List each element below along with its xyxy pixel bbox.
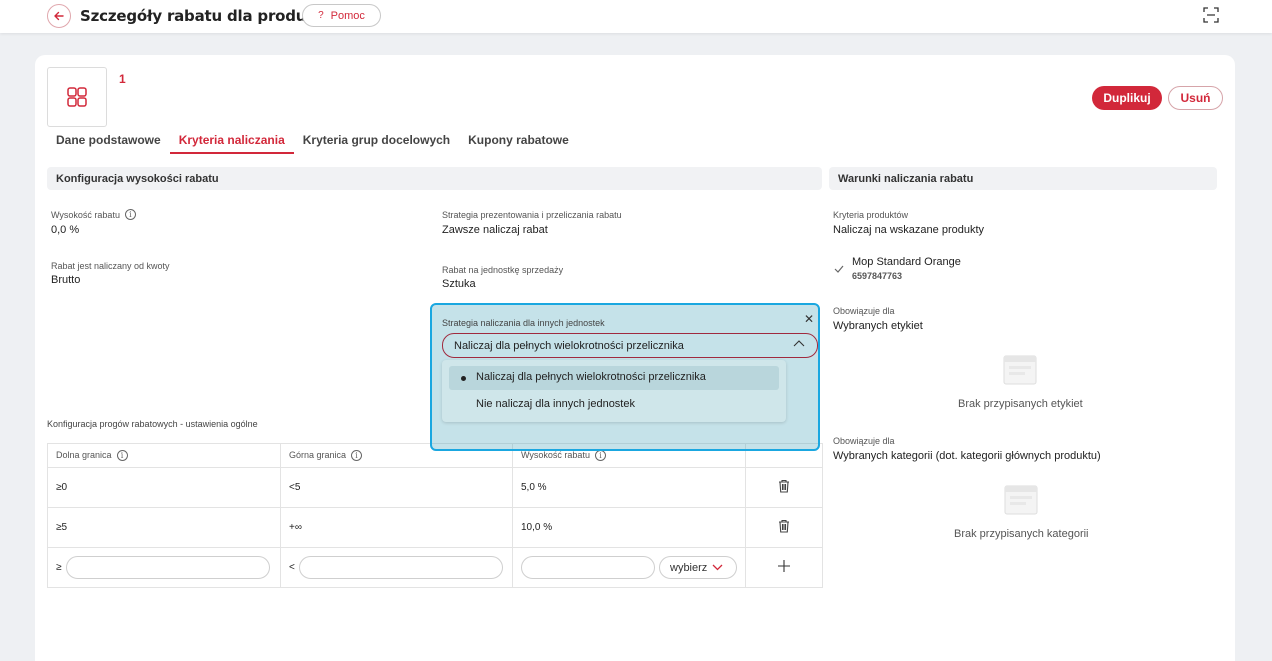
selected-dot-icon [461, 376, 466, 381]
table-row: ≥5 +∞ 10,0 % [47, 507, 823, 548]
base-value: Brutto [51, 274, 81, 286]
config-section-header: Konfiguracja wysokości rabatu [47, 167, 822, 190]
info-icon[interactable]: i [351, 450, 363, 461]
discount-input[interactable] [521, 556, 655, 579]
help-button[interactable]: ? Pomoc [302, 4, 381, 27]
tab-basic-data[interactable]: Dane podstawowe [47, 129, 170, 154]
cell-discount: 10,0 % [512, 507, 746, 548]
discount-label-row: Wysokość rabatu i [51, 209, 136, 220]
discount-thumbnail [47, 67, 107, 127]
trash-icon[interactable] [778, 479, 790, 493]
applies-label-labels: Obowiązuje dla [833, 306, 895, 316]
strategy-select-value: Naliczaj dla pełnych wielokrotności prze… [454, 340, 684, 352]
table-row: ≥0 <5 5,0 % [47, 467, 823, 508]
grid-icon [67, 87, 87, 107]
trash-icon[interactable] [778, 519, 790, 533]
cell-upper: <5 [280, 467, 513, 508]
tab-bar: Dane podstawowe Kryteria naliczania Kryt… [47, 129, 578, 154]
question-icon: ? [318, 10, 324, 21]
check-icon [834, 265, 844, 273]
strategy-value: Zawsze naliczaj rabat [442, 224, 548, 236]
empty-categories: Brak przypisanych kategorii [954, 482, 1089, 540]
option-label: Nie naliczaj dla innych jednostek [476, 398, 635, 410]
cell-lower: ≥0 [47, 467, 281, 508]
lower-bound-input[interactable] [65, 556, 270, 579]
empty-window-icon [1003, 355, 1037, 385]
upper-bound-input[interactable] [298, 556, 503, 579]
conditions-section-header: Warunki naliczania rabatu [829, 167, 1217, 190]
cell-add [745, 547, 823, 588]
cell-lower: ≥5 [47, 507, 281, 548]
delete-button[interactable]: Usuń [1168, 86, 1223, 110]
cell-lower-input: ≥ [47, 547, 281, 588]
cell-actions [745, 507, 823, 548]
discount-value: 0,0 % [51, 224, 80, 236]
tab-coupons[interactable]: Kupony rabatowe [459, 129, 578, 154]
strategy-dropdown-menu: Naliczaj dla pełnych wielokrotności prze… [442, 360, 786, 422]
product-criteria-label: Kryteria produktów [833, 210, 909, 220]
product-criteria-value: Naliczaj na wskazane produkty [833, 224, 985, 236]
product-name: Mop Standard Orange [852, 256, 961, 268]
popup-label: Strategia naliczania dla innych jednoste… [442, 318, 605, 328]
empty-categories-text: Brak przypisanych kategorii [954, 528, 1089, 540]
strategy-option-none[interactable]: Nie naliczaj dla innych jednostek [449, 393, 779, 417]
discount-type-label: wybierz [670, 561, 708, 574]
close-icon[interactable]: ✕ [804, 312, 814, 326]
chevron-down-icon [712, 564, 723, 571]
applies-value-labels: Wybranych etykiet [833, 320, 923, 332]
info-icon[interactable]: i [116, 450, 128, 461]
plus-icon[interactable] [778, 560, 790, 572]
option-label: Naliczaj dla pełnych wielokrotności prze… [476, 371, 706, 383]
col-upper-label: Górna granica [289, 450, 347, 460]
empty-window-icon [1004, 485, 1038, 515]
product-code: 6597847763 [852, 271, 903, 281]
empty-labels-text: Brak przypisanych etykiet [958, 398, 1083, 410]
strategy-option-full[interactable]: Naliczaj dla pełnych wielokrotności prze… [449, 366, 779, 390]
arrow-left-icon [54, 11, 64, 21]
thresholds-table: Dolna granica i Górna granica i Wysokość… [47, 443, 823, 588]
cell-discount: 5,0 % [512, 467, 746, 508]
unit-label: Rabat na jednostkę sprzedaży [442, 265, 564, 275]
tab-target-group-criteria[interactable]: Kryteria grup docelowych [294, 129, 459, 154]
lower-prefix: ≥ [56, 562, 62, 573]
new-threshold-row: ≥ < wybierz [47, 547, 823, 588]
col-lower-header: Dolna granica i [47, 443, 281, 468]
back-button[interactable] [47, 4, 71, 28]
cell-discount-input: wybierz [512, 547, 746, 588]
info-icon[interactable]: i [124, 209, 136, 220]
cell-upper-input: < [280, 547, 513, 588]
cell-actions [745, 467, 823, 508]
strategy-select[interactable]: Naliczaj dla pełnych wielokrotności prze… [442, 333, 818, 358]
col-discount-label: Wysokość rabatu [521, 450, 590, 460]
unit-value: Sztuka [442, 278, 476, 290]
fullscreen-icon[interactable] [1203, 7, 1219, 23]
strategy-label: Strategia prezentowania i przeliczania r… [442, 210, 622, 220]
applies-value-categories: Wybranych kategorii (dot. kategorii głów… [833, 450, 1101, 462]
empty-labels: Brak przypisanych etykiet [958, 352, 1083, 410]
record-id: 1 [119, 72, 126, 86]
discount-label: Wysokość rabatu [51, 209, 120, 220]
duplicate-button[interactable]: Duplikuj [1092, 86, 1162, 110]
applies-label-categories: Obowiązuje dla [833, 436, 895, 446]
tab-calculation-criteria[interactable]: Kryteria naliczania [169, 129, 294, 154]
cell-upper: +∞ [280, 507, 513, 548]
upper-prefix: < [289, 562, 295, 573]
help-label: Pomoc [330, 9, 365, 22]
chevron-up-icon [793, 340, 805, 347]
col-lower-label: Dolna granica [56, 450, 112, 460]
thresholds-title: Konfiguracja progów rabatowych - ustawie… [47, 419, 258, 429]
discount-type-select[interactable]: wybierz [659, 556, 737, 579]
info-icon[interactable]: i [594, 450, 606, 461]
base-label: Rabat jest naliczany od kwoty [51, 261, 170, 271]
